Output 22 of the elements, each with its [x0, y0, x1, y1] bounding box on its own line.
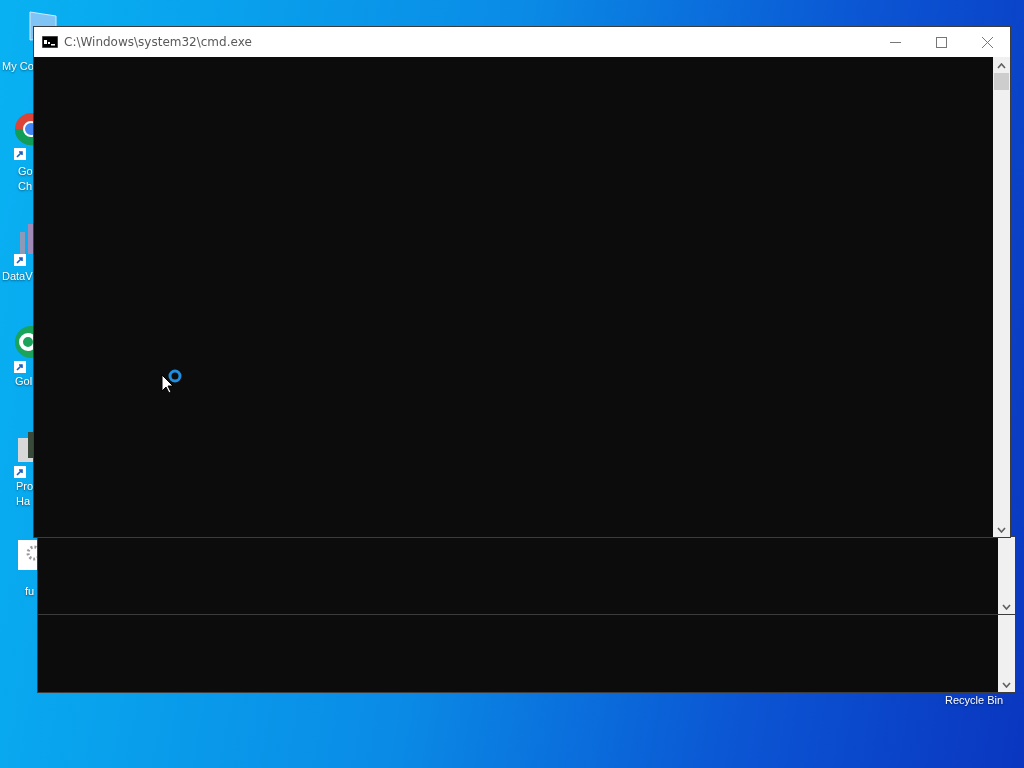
scrollbar-thumb[interactable] [994, 73, 1009, 90]
shortcut-arrow-icon [14, 148, 26, 160]
gear-icon [18, 540, 40, 570]
minimize-icon [889, 41, 901, 43]
scrollbar[interactable] [998, 537, 1015, 614]
scrollbar[interactable] [993, 57, 1010, 537]
close-icon [981, 36, 993, 48]
scrollbar[interactable] [998, 614, 1015, 692]
icon-label: Pro Ha [16, 479, 34, 509]
icon-label: fu [25, 584, 35, 599]
icon-label: Gol [15, 374, 33, 389]
shortcut-arrow-icon [14, 361, 26, 373]
computer-icon [18, 432, 34, 462]
shortcut-arrow-icon [14, 466, 26, 478]
icon-label: Recycle Bin [945, 693, 1004, 708]
maximize-icon [935, 36, 947, 48]
console-icon [42, 36, 58, 48]
shortcut-arrow-icon [14, 254, 26, 266]
icon-label: DataV [2, 269, 33, 284]
icon-label: Go Ch [18, 164, 33, 194]
window-title: C:\Windows\system32\cmd.exe [64, 35, 252, 49]
icon-label: My Co [2, 59, 34, 74]
